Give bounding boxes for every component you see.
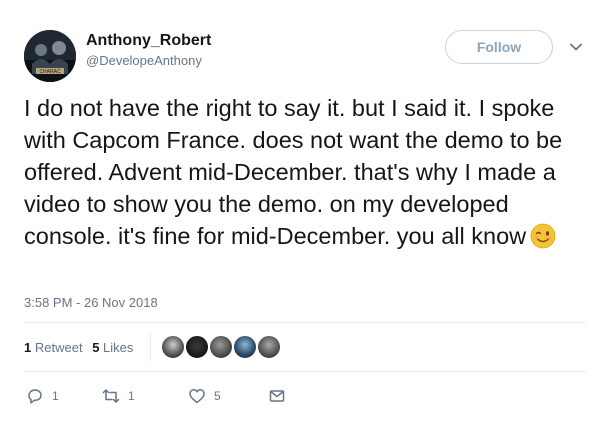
direct-message-action[interactable]: [268, 386, 286, 406]
user-avatar[interactable]: CHARAC: [24, 30, 76, 82]
divider: [24, 322, 586, 323]
liker-avatar[interactable]: [208, 334, 234, 360]
winking-face-icon: [530, 223, 556, 249]
envelope-icon: [269, 390, 285, 402]
retweets-stat[interactable]: 1 Retweet: [24, 340, 83, 355]
stats-separator: [150, 331, 151, 361]
tweet-card: CHARAC Anthony_Robert @DevelopeAnthony F…: [0, 0, 610, 423]
tweet-timestamp[interactable]: 3:58 PM - 26 Nov 2018: [24, 295, 158, 310]
like-action[interactable]: 5: [188, 386, 221, 406]
user-display-name[interactable]: Anthony_Robert: [86, 32, 211, 50]
liker-avatar[interactable]: [160, 334, 186, 360]
heart-icon: [189, 389, 205, 404]
liker-avatar[interactable]: [232, 334, 258, 360]
user-handle[interactable]: @DevelopeAnthony: [86, 53, 202, 68]
liker-avatar[interactable]: [184, 334, 210, 360]
reply-icon: [28, 389, 42, 404]
like-count: 5: [214, 389, 221, 403]
retweet-icon: [102, 389, 120, 403]
likes-count: 5: [92, 340, 100, 355]
tweet-text: I do not have the right to say it. but I…: [24, 95, 563, 249]
avatar-caption: CHARAC: [39, 69, 61, 75]
follow-button[interactable]: Follow: [445, 30, 553, 64]
tweet-text-block: I do not have the right to say it. but I…: [24, 92, 590, 252]
engagement-stats: 1 Retweet 5 Likes: [24, 340, 139, 355]
reply-count: 1: [52, 389, 59, 403]
retweet-count: 1: [128, 389, 135, 403]
reply-action[interactable]: 1: [26, 386, 59, 406]
chevron-down-icon[interactable]: [569, 40, 583, 54]
avatar-image: CHARAC: [24, 30, 76, 82]
retweets-count: 1: [24, 340, 32, 355]
likes-stat[interactable]: 5 Likes: [92, 340, 133, 355]
retweet-action[interactable]: 1: [102, 386, 135, 406]
retweets-label: Retweet: [34, 340, 83, 355]
divider: [24, 371, 586, 372]
likes-label: Likes: [103, 340, 134, 355]
liker-avatar[interactable]: [256, 334, 282, 360]
